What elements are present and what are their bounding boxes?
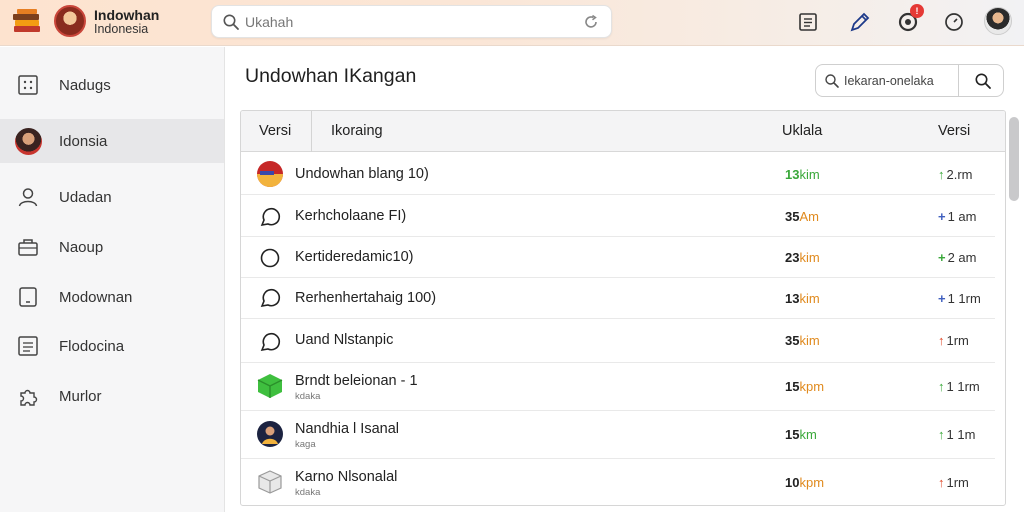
books-logo-icon[interactable] xyxy=(12,8,42,36)
search-placeholder: Ukahah xyxy=(245,14,294,30)
scrollbar-thumb[interactable] xyxy=(1009,117,1019,201)
row-version: ↑ 2.rm xyxy=(938,167,973,182)
toolbox-icon xyxy=(18,239,38,256)
row-name: Uand Nlstanpic xyxy=(295,332,394,348)
box-icon xyxy=(258,470,282,494)
table-row[interactable]: Undowhan blang 10) 13kim ↑ 2.rm xyxy=(241,153,995,195)
flag-badge-icon xyxy=(257,161,283,187)
calendar-button[interactable] xyxy=(794,8,822,36)
edit-button[interactable] xyxy=(846,8,874,36)
row-subtext: kdaka xyxy=(295,487,321,498)
refresh-icon[interactable] xyxy=(582,13,600,31)
row-name: Rerhenhertahaig 100) xyxy=(295,290,437,306)
sidebar-item-label: Idonsia xyxy=(59,132,108,150)
notification-badge: ! xyxy=(910,4,924,18)
brand-avatar[interactable] xyxy=(54,5,86,37)
row-value: 35kim xyxy=(785,333,820,348)
row-name: Kertideredamic10) xyxy=(295,249,414,265)
status-button[interactable] xyxy=(940,8,968,36)
table-row[interactable]: Uand Nlstanpic 35kim ↑ 1rm xyxy=(241,319,995,363)
row-version: ↑ 1rm xyxy=(938,475,969,490)
table-row[interactable]: Karno Nlsonalal kdaka 10kpm ↑ 1rm xyxy=(241,459,995,505)
column-header-versi-2[interactable]: Versi xyxy=(938,123,970,139)
user-avatar[interactable] xyxy=(984,7,1012,35)
brand-subtitle: Indonesia xyxy=(94,22,149,36)
sidebar-item-naoup[interactable]: Naoup xyxy=(0,225,224,269)
row-version: ↑ 1 1m xyxy=(938,427,976,442)
column-header-ikoraing[interactable]: Ikoraing xyxy=(331,123,383,139)
column-header-uklala[interactable]: Uklala xyxy=(782,123,822,139)
row-version: ↑ 1 1rm xyxy=(938,379,980,394)
row-name: Undowhan blang 10) xyxy=(295,166,429,182)
sidebar-item-idonsia[interactable]: Idonsia xyxy=(0,119,224,163)
divider xyxy=(958,65,959,96)
row-subtext: kaga xyxy=(295,439,316,450)
sidebar-item-flodocina[interactable]: Flodocina xyxy=(0,324,224,368)
puzzle-icon xyxy=(20,389,38,406)
row-value: 23kim xyxy=(785,250,820,265)
data-table: Versi Ikoraing Uklala Versi Undowhan bla… xyxy=(240,110,1006,506)
row-value: 35Am xyxy=(785,209,819,224)
row-name: Nandhia l Isanal xyxy=(295,421,399,437)
search-submit-icon[interactable] xyxy=(974,72,992,90)
row-version: ↑ 1rm xyxy=(938,333,969,348)
sidebar-item-nadugs[interactable]: Nadugs xyxy=(0,63,224,107)
row-name: Karno Nlsonalal xyxy=(295,469,398,485)
table-row[interactable]: Kerhcholaane FI) 35Am +1 am xyxy=(241,195,995,237)
tablet-icon xyxy=(19,287,37,307)
row-value: 10kpm xyxy=(785,475,825,490)
table-search-input[interactable]: Iekaran-onelaka xyxy=(815,64,1004,97)
speech-bubble-icon xyxy=(260,332,281,352)
brand-title: Indowhan xyxy=(94,7,160,23)
row-value: 13kim xyxy=(785,167,820,182)
row-name: Brndt beleionan - 1 xyxy=(295,373,418,389)
sidebar-item-label: Modownan xyxy=(59,288,133,306)
row-name: Kerhcholaane FI) xyxy=(295,208,407,224)
column-header-versi[interactable]: Versi xyxy=(259,123,291,139)
row-version: +2 am xyxy=(938,250,977,265)
search-icon xyxy=(223,14,239,30)
row-version: +1 am xyxy=(938,209,977,224)
grid-icon xyxy=(18,75,38,95)
row-subtext: kdaka xyxy=(295,391,321,402)
row-value: 15kpm xyxy=(785,379,825,394)
speech-bubble-icon xyxy=(260,207,281,227)
table-row[interactable]: Kertideredamic10) 23kim +2 am xyxy=(241,237,995,278)
top-header: Indowhan Indonesia Ukahah ! xyxy=(0,0,1024,46)
calendar-icon xyxy=(799,13,817,31)
table-row[interactable]: Nandhia l Isanal kaga 15km ↑ 1 1m xyxy=(241,411,995,459)
row-version: +1 1rm xyxy=(938,291,981,306)
sidebar-item-modownan[interactable]: Modownan xyxy=(0,275,224,319)
table-row[interactable]: Rerhenhertahaig 100) 13kim +1 1rm xyxy=(241,278,995,319)
sidebar-item-label: Udadan xyxy=(59,188,112,206)
sidebar-item-label: Murlor xyxy=(59,387,102,405)
green-cube-icon xyxy=(257,374,283,398)
row-value: 13kim xyxy=(785,291,820,306)
page-title: Undowhan IKangan xyxy=(245,65,417,87)
table-header: Versi Ikoraing Uklala Versi xyxy=(241,111,1005,152)
list-icon xyxy=(18,336,38,356)
speech-bubble-icon xyxy=(260,288,281,308)
search-icon xyxy=(825,74,839,88)
column-divider xyxy=(311,111,312,152)
person-avatar-icon xyxy=(257,421,283,447)
clock-icon xyxy=(945,13,963,31)
global-search-input[interactable]: Ukahah xyxy=(211,5,612,38)
circle-icon xyxy=(260,248,280,268)
sidebar: Nadugs Idonsia Udadan Naoup Modownan Flo… xyxy=(0,47,225,512)
sidebar-item-label: Nadugs xyxy=(59,76,111,94)
pencil-icon xyxy=(850,12,870,32)
sidebar-item-udadan[interactable]: Udadan xyxy=(0,175,224,219)
avatar xyxy=(15,127,42,155)
table-search-placeholder: Iekaran-onelaka xyxy=(844,74,934,88)
user-icon xyxy=(18,188,38,207)
sidebar-item-murlor[interactable]: Murlor xyxy=(0,374,224,418)
sidebar-item-label: Flodocina xyxy=(59,337,125,355)
table-row[interactable]: Brndt beleionan - 1 kdaka 15kpm ↑ 1 1rm xyxy=(241,363,995,411)
row-value: 15km xyxy=(785,427,817,442)
sidebar-item-label: Naoup xyxy=(59,238,104,256)
